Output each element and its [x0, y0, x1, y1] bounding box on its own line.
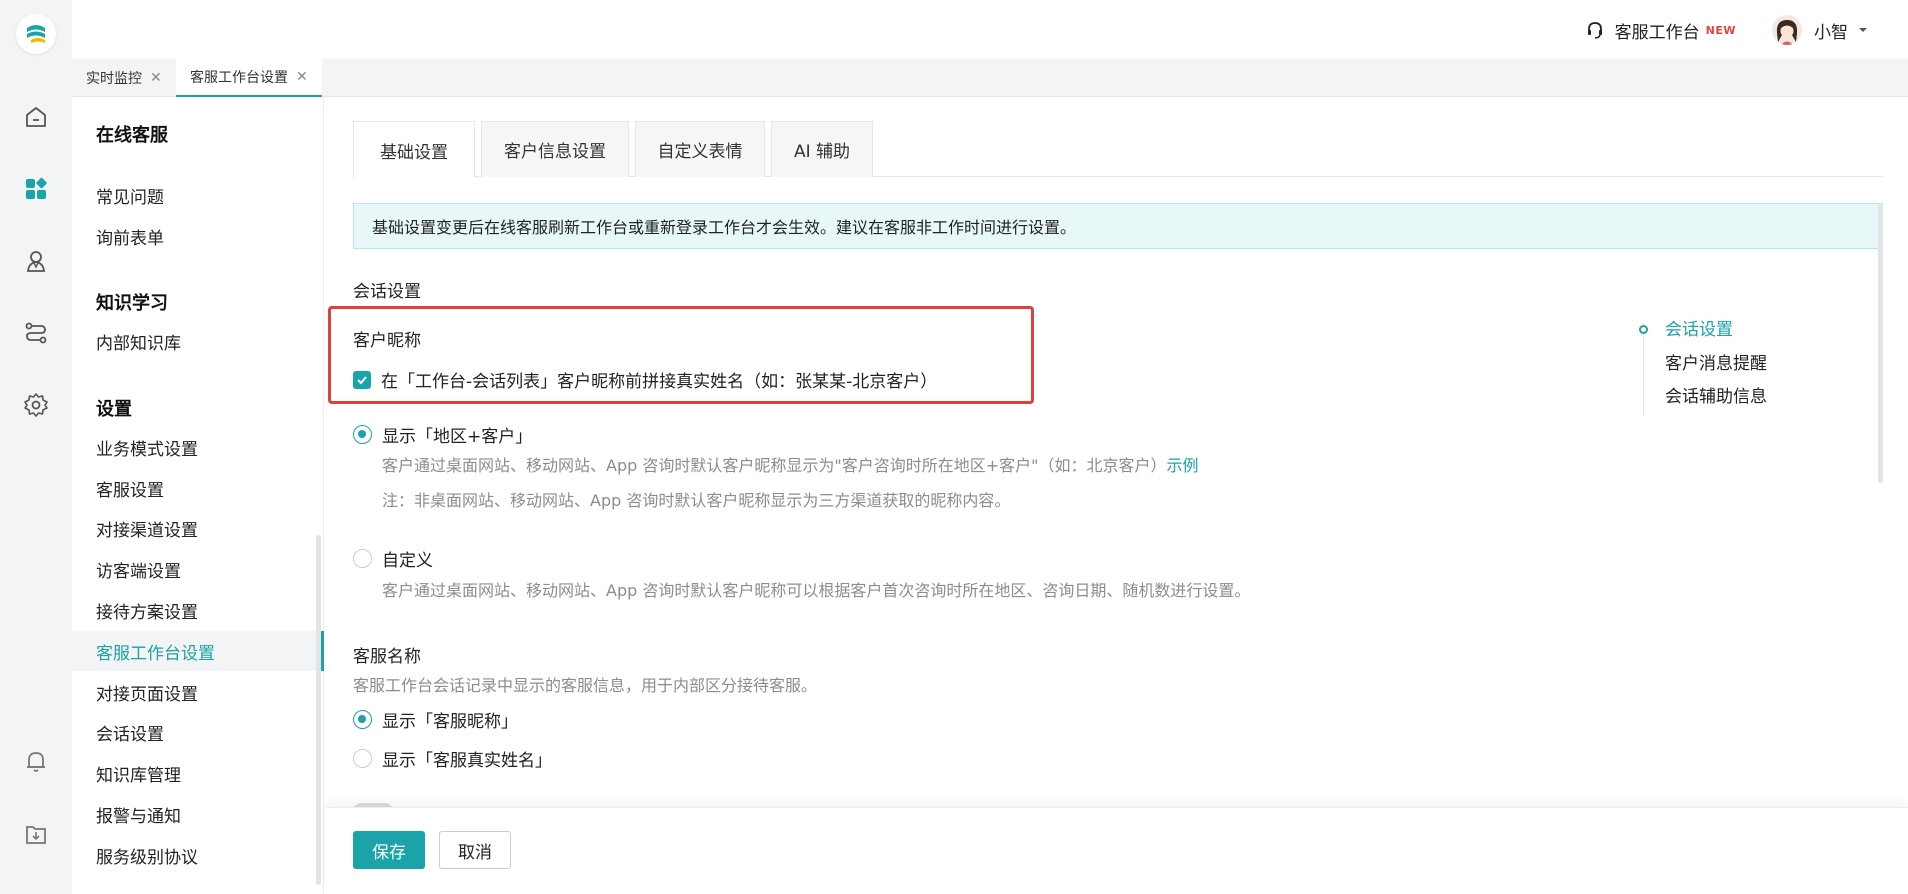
tab-basic[interactable]: 基础设置 [353, 121, 475, 178]
append-real-name-checkbox[interactable] [353, 370, 371, 389]
menu-item-pre-form[interactable]: 询前表单 [72, 216, 324, 256]
agent-realname-row[interactable]: 显示「客服真实姓名」 [353, 746, 552, 771]
save-button[interactable]: 保存 [353, 831, 425, 869]
menu-item-workbench-settings[interactable]: 客服工作台设置 [72, 631, 324, 671]
option-region-note: 注：非桌面网站、移动网站、App 咨询时默认客户昵称显示为三方渠道获取的昵称内容… [382, 491, 1011, 510]
menu-item-faq[interactable]: 常见问题 [72, 175, 324, 215]
avatar[interactable] [1772, 15, 1802, 45]
agent-nickname-radio[interactable] [353, 710, 372, 729]
workbench-link[interactable]: 客服工作台 [1615, 18, 1700, 43]
append-real-name-row[interactable]: 在「工作台-会话列表」客户昵称前拼接真实姓名（如：张某某-北京客户） [353, 367, 937, 392]
anchor-message-reminder[interactable]: 客户消息提醒 [1665, 349, 1767, 374]
home-icon[interactable] [23, 104, 49, 130]
agent-realname-label: 显示「客服真实姓名」 [382, 751, 552, 771]
notice-banner: 基础设置变更后在线客服刷新工作台或重新登录工作台才会生效。建议在客服非工作时间进… [353, 203, 1883, 249]
menu-item-sla[interactable]: 服务级别协议 [72, 835, 324, 875]
agent-icon[interactable] [23, 248, 49, 274]
option-region-label: 显示「地区+客户」 [382, 427, 533, 447]
left-rail [0, 0, 72, 894]
caret-down-icon[interactable] [1858, 25, 1868, 35]
agent-realname-radio[interactable] [353, 749, 372, 768]
page-tabs: 实时监控 ✕ 客服工作台设置 ✕ [72, 59, 1908, 97]
headset-icon [1587, 22, 1602, 39]
page-tab-monitor[interactable]: 实时监控 ✕ [72, 59, 176, 97]
menu-item-channel-settings[interactable]: 对接渠道设置 [72, 508, 324, 548]
example-link[interactable]: 示例 [1166, 456, 1198, 475]
menu-item-visitor-settings[interactable]: 访客端设置 [72, 549, 324, 589]
menu-item-reception-plan[interactable]: 接待方案设置 [72, 590, 324, 630]
menu-item-agent-settings[interactable]: 客服设置 [72, 468, 324, 508]
menu-item-page-settings[interactable]: 对接页面设置 [72, 672, 324, 712]
content-scrollbar[interactable] [1878, 203, 1883, 483]
anchor-session-settings[interactable]: 会话设置 [1665, 315, 1733, 340]
anchor-session-assist[interactable]: 会话辅助信息 [1665, 382, 1767, 407]
option-custom-desc: 客户通过桌面网站、移动网站、App 咨询时默认客户昵称可以根据客户首次咨询时所在… [382, 581, 1251, 600]
agent-nickname-row[interactable]: 显示「客服昵称」 [353, 707, 518, 732]
menu-item-internal-kb[interactable]: 内部知识库 [72, 321, 324, 361]
menu-group-title: 知识学习 [96, 293, 168, 314]
page-tab-label: 实时监控 [86, 71, 142, 87]
menu-scrollbar[interactable] [316, 535, 321, 885]
settings-tabs: 基础设置 客户信息设置 自定义表情 AI 辅助 [353, 121, 1883, 178]
append-real-name-label: 在「工作台-会话列表」客户昵称前拼接真实姓名（如：张某某-北京客户） [381, 372, 938, 392]
new-badge: NEW [1705, 23, 1736, 37]
page-tab-label: 客服工作台设置 [190, 70, 288, 86]
option-region-radio[interactable] [353, 425, 372, 444]
section-title-session: 会话设置 [353, 282, 421, 302]
menu-group-title: 在线客服 [96, 125, 168, 146]
settings-menu: 在线客服 常见问题 询前表单 知识学习 内部知识库 设置 业务模式设置 客服设置… [72, 97, 324, 894]
menu-item-alerts[interactable]: 报警与通知 [72, 794, 324, 834]
route-icon[interactable] [23, 320, 49, 346]
action-footer: 保存 取消 [325, 807, 1908, 894]
nickname-title: 客户昵称 [353, 331, 421, 351]
check-icon [357, 375, 367, 384]
agent-nickname-label: 显示「客服昵称」 [382, 712, 518, 732]
menu-group-title: 设置 [96, 399, 132, 420]
anchor-dot-icon [1639, 325, 1648, 334]
top-bar: 客服工作台 NEW 小智 [72, 0, 1908, 59]
download-icon[interactable] [23, 822, 49, 848]
option-custom-radio[interactable] [353, 549, 372, 568]
menu-item-session-settings[interactable]: 会话设置 [72, 712, 324, 752]
option-region-desc-text: 客户通过桌面网站、移动网站、App 咨询时默认客户昵称显示为"客户咨询时所在地区… [382, 456, 1167, 475]
option-region-desc: 客户通过桌面网站、移动网站、App 咨询时默认客户昵称显示为"客户咨询时所在地区… [382, 452, 1199, 476]
tab-custom-emoji[interactable]: 自定义表情 [635, 121, 765, 177]
gear-icon[interactable] [23, 392, 49, 418]
menu-item-kb-management[interactable]: 知识库管理 [72, 753, 324, 793]
anchor-line [1643, 323, 1644, 415]
app-logo[interactable] [16, 14, 56, 54]
option-custom-row[interactable]: 自定义 [353, 546, 433, 571]
option-region-row[interactable]: 显示「地区+客户」 [353, 422, 532, 447]
option-custom-label: 自定义 [382, 551, 433, 571]
agent-name-desc: 客服工作台会话记录中显示的客服信息，用于内部区分接待客服。 [353, 676, 818, 695]
apps-icon[interactable] [23, 176, 49, 202]
cancel-button[interactable]: 取消 [439, 831, 511, 869]
agent-name-title: 客服名称 [353, 647, 421, 667]
tab-ai-assist[interactable]: AI 辅助 [771, 121, 873, 177]
main-content: 基础设置 客户信息设置 自定义表情 AI 辅助 基础设置变更后在线客服刷新工作台… [325, 97, 1908, 894]
bell-icon[interactable] [23, 748, 49, 774]
username[interactable]: 小智 [1814, 18, 1848, 43]
logo-icon [27, 25, 45, 43]
close-icon[interactable]: ✕ [150, 70, 162, 86]
page-tab-workbench-settings[interactable]: 客服工作台设置 ✕ [176, 59, 322, 97]
menu-item-business-mode[interactable]: 业务模式设置 [72, 427, 324, 467]
tab-customer-info[interactable]: 客户信息设置 [481, 121, 629, 177]
close-icon[interactable]: ✕ [296, 69, 308, 85]
